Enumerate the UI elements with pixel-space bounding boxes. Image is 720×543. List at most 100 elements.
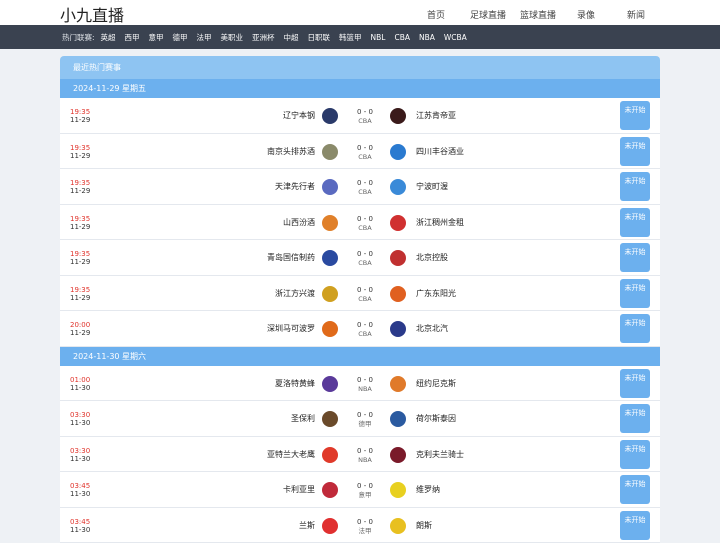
match-row[interactable]: 19:3511-29 天津先行者 0 - 0CBA 宁波町渥 未开始 <box>60 169 660 205</box>
home-team-name[interactable]: 兰斯 <box>299 520 315 531</box>
match-score: 0 - 0CBA <box>352 250 378 268</box>
match-row[interactable]: 20:0011-29深圳马可波罗0 - 0CBA北京北汽未开始 <box>60 311 660 347</box>
nav-home[interactable]: 首页 <box>427 8 445 21</box>
match-status-button[interactable]: 未开始 <box>620 511 650 540</box>
home-team-name[interactable]: 山西汾酒 <box>283 217 315 228</box>
nav-news[interactable]: 新闻 <box>627 8 645 21</box>
away-team-logo-icon <box>390 321 406 337</box>
away-team-name[interactable]: 宁波町渥 <box>416 181 448 192</box>
hot-league-link[interactable]: 法甲 <box>197 33 212 42</box>
hot-league-link[interactable]: CBA <box>394 33 410 42</box>
match-status-button[interactable]: 未开始 <box>620 314 650 343</box>
away-team-name[interactable]: 朗斯 <box>416 520 432 531</box>
hot-league-link[interactable]: 亚洲杯 <box>252 33 275 42</box>
match-status-button[interactable]: 未开始 <box>620 440 650 469</box>
match-list-card: 最近热门赛事 2024-11-29 星期五19:3511-29辽宁本钢0 - 0… <box>60 56 660 543</box>
match-time: 01:0011-30 <box>70 376 90 392</box>
top-header: 小九直播 首页 足球直播 篮球直播 录像 新闻 <box>0 0 720 25</box>
match-row[interactable]: 19:3511-29浙江方兴渡0 - 0CBA广东东阳光未开始 <box>60 276 660 312</box>
home-team-name[interactable]: 辽宁本钢 <box>283 110 315 121</box>
hot-league-link[interactable]: 日职联 <box>308 33 331 42</box>
match-status-button[interactable]: 未开始 <box>620 101 650 130</box>
home-team-name[interactable]: 浙江方兴渡 <box>275 288 315 299</box>
away-team-name[interactable]: 荷尔斯泰因 <box>416 413 456 424</box>
away-team-name[interactable]: 广东东阳光 <box>416 288 456 299</box>
hot-league-link[interactable]: NBA <box>419 33 435 42</box>
match-row[interactable]: 01:0011-30 夏洛特黄蜂 0 - 0NBA 纽约尼克斯 未开始 <box>60 366 660 402</box>
score-value: 0 - 0 <box>357 179 373 187</box>
home-team-logo-icon <box>322 286 338 302</box>
hot-league-link[interactable]: NBL <box>371 33 386 42</box>
match-status-button[interactable]: 未开始 <box>620 208 650 237</box>
kickoff-time: 19:35 <box>70 215 90 223</box>
match-score: 0 - 0CBA <box>352 179 378 197</box>
away-team-name[interactable]: 江苏肯帝亚 <box>416 110 456 121</box>
match-date: 11-29 <box>70 329 90 337</box>
match-date: 11-29 <box>70 223 90 231</box>
match-status-button[interactable]: 未开始 <box>620 369 650 398</box>
match-time: 03:4511-30 <box>70 518 90 534</box>
away-team-logo-icon <box>390 376 406 392</box>
hot-league-link[interactable]: 德甲 <box>173 33 188 42</box>
match-status-button[interactable]: 未开始 <box>620 475 650 504</box>
match-date: 11-29 <box>70 258 90 266</box>
hot-league-link[interactable]: 中超 <box>284 33 299 42</box>
hot-league-link[interactable]: 西甲 <box>125 33 140 42</box>
away-team-logo-icon <box>390 286 406 302</box>
match-row[interactable]: 03:4511-30兰斯0 - 0法甲朗斯未开始 <box>60 508 660 543</box>
match-score: 0 - 0NBA <box>352 376 378 394</box>
away-team-name[interactable]: 北京北汽 <box>416 323 448 334</box>
nav-basketball-live[interactable]: 篮球直播 <box>520 8 556 21</box>
match-status-button[interactable]: 未开始 <box>620 404 650 433</box>
home-team-name[interactable]: 卡利亚里 <box>283 484 315 495</box>
match-row[interactable]: 03:3011-30圣保利0 - 0德甲荷尔斯泰因未开始 <box>60 401 660 437</box>
match-row[interactable]: 19:3511-29辽宁本钢0 - 0CBA江苏肯帝亚未开始 <box>60 98 660 134</box>
hot-league-link[interactable]: 意甲 <box>149 33 164 42</box>
hot-league-link[interactable]: 美职业 <box>221 33 244 42</box>
away-team-name[interactable]: 四川丰谷酒业 <box>416 146 464 157</box>
away-team-logo-icon <box>390 250 406 266</box>
home-team-name[interactable]: 圣保利 <box>291 413 315 424</box>
match-date: 11-30 <box>70 384 90 392</box>
match-status-button[interactable]: 未开始 <box>620 243 650 272</box>
match-status-button[interactable]: 未开始 <box>620 137 650 166</box>
match-row[interactable]: 19:3511-29山西汾酒0 - 0CBA浙江稠州金租未开始 <box>60 205 660 241</box>
away-team-name[interactable]: 北京控股 <box>416 252 448 263</box>
home-team-logo-icon <box>322 144 338 160</box>
kickoff-time: 19:35 <box>70 179 90 187</box>
home-team-name[interactable]: 夏洛特黄蜂 <box>275 378 315 389</box>
hot-league-link[interactable]: 英超 <box>101 33 116 42</box>
match-row[interactable]: 03:3011-30亚特兰大老鹰0 - 0NBA克利夫兰骑士未开始 <box>60 437 660 473</box>
match-date: 11-29 <box>70 152 90 160</box>
nav-replay[interactable]: 录像 <box>577 8 595 21</box>
home-team-name[interactable]: 南京头排苏酒 <box>267 146 315 157</box>
league-name: CBA <box>352 259 378 268</box>
match-status-button[interactable]: 未开始 <box>620 172 650 201</box>
away-team-name[interactable]: 纽约尼克斯 <box>416 378 456 389</box>
home-team-name[interactable]: 深圳马可波罗 <box>267 323 315 334</box>
site-logo[interactable]: 小九直播 <box>60 2 124 26</box>
match-row[interactable]: 19:3511-29青岛国信制药0 - 0CBA北京控股未开始 <box>60 240 660 276</box>
match-date: 11-30 <box>70 419 90 427</box>
away-team-name[interactable]: 浙江稠州金租 <box>416 217 464 228</box>
match-row[interactable]: 19:3511-29南京头排苏酒0 - 0CBA四川丰谷酒业未开始 <box>60 134 660 170</box>
away-team-name[interactable]: 克利夫兰骑士 <box>416 449 464 460</box>
home-team-name[interactable]: 天津先行者 <box>275 181 315 192</box>
home-team-name[interactable]: 亚特兰大老鹰 <box>267 449 315 460</box>
away-team-name[interactable]: 维罗纳 <box>416 484 440 495</box>
away-team-logo-icon <box>390 144 406 160</box>
home-team-logo-icon <box>322 376 338 392</box>
away-team-logo-icon <box>390 108 406 124</box>
hot-league-link[interactable]: 韩篮甲 <box>339 33 362 42</box>
hot-league-link[interactable]: WCBA <box>444 33 467 42</box>
hot-leagues-bar: 热门联赛: 英超西甲意甲德甲法甲美职业亚洲杯中超日职联韩篮甲NBLCBANBAW… <box>0 25 720 49</box>
match-date: 11-29 <box>70 294 90 302</box>
score-value: 0 - 0 <box>357 518 373 526</box>
home-team-name[interactable]: 青岛国信制药 <box>267 252 315 263</box>
match-status-button[interactable]: 未开始 <box>620 279 650 308</box>
nav-football-live[interactable]: 足球直播 <box>470 8 506 21</box>
kickoff-time: 19:35 <box>70 108 90 116</box>
match-time: 03:3011-30 <box>70 447 90 463</box>
match-row[interactable]: 03:4511-30卡利亚里0 - 0意甲维罗纳未开始 <box>60 472 660 508</box>
match-date: 11-29 <box>70 187 90 195</box>
